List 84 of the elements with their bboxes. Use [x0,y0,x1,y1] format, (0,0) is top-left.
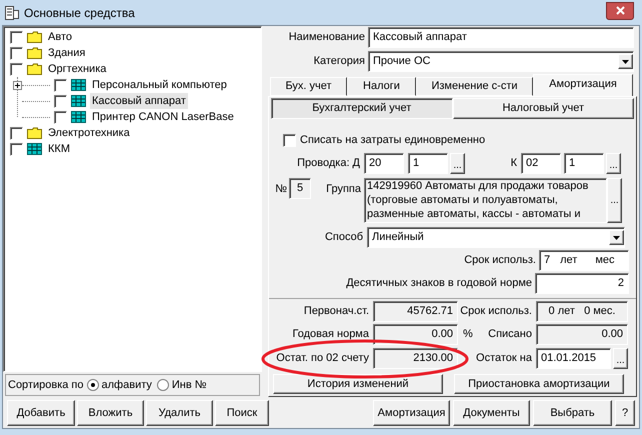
tab[interactable]: Амортизация [533,74,633,96]
radio-label: Инв № [172,378,207,393]
table-icon [71,79,86,91]
table-icon [27,143,42,155]
years-value: 7 [544,253,550,268]
term-field[interactable]: 7 лет мес [539,250,629,271]
name-field[interactable]: Кассовый аппарат [368,27,634,48]
button[interactable]: Амортизация [373,400,450,426]
field-label: Первонач.ст. [304,305,369,318]
button[interactable]: Выбрать [533,400,612,426]
field-label: Категория [314,55,365,68]
folder-icon [27,127,42,139]
button[interactable]: Поиск [215,400,269,426]
account-field[interactable]: 02 [521,153,561,174]
field-label: К [510,157,517,170]
value-field: 0.00 [536,324,628,345]
radio-button[interactable] [86,379,99,391]
browse-button[interactable]: ... [450,153,465,174]
decimals-field[interactable]: 2 [535,273,629,294]
table-icon [71,95,86,107]
number-field: 5 [289,178,311,199]
folder-icon [27,63,42,75]
field-label: Наименование [288,31,365,44]
tab[interactable]: Налоговый учет [452,98,634,119]
radio-button[interactable] [156,379,169,391]
tab[interactable]: Бухгалтерский учет [271,98,452,119]
unit-label: % [462,327,474,342]
value-field: 45762.71 [373,301,458,322]
subaccount-field[interactable]: 1 [564,153,604,174]
close-icon [616,6,624,15]
app-icon [4,4,20,20]
close-button[interactable] [606,2,634,20]
field-label: № [275,183,287,195]
checkbox[interactable] [283,134,296,146]
tree-item[interactable]: Авто [46,28,74,46]
field-label: Способ [324,231,363,244]
months-unit: мес [595,253,615,268]
tree-item[interactable]: Персональный компьютер [90,76,229,94]
value-field: 2130.00 [373,348,458,369]
date-field[interactable]: 01.01.2015 [536,348,611,369]
method-dropdown[interactable]: Линейный [367,227,625,248]
group-field: 142919960 Автоматы для продажи товаров (торговые автоматы и полуавтоматы, разменные автоматы, кассы - автоматы и [364,178,607,223]
radio-label: алфавиту [102,378,152,393]
button[interactable]: ? [615,400,635,426]
value-field: 0 лет 0 мес. [536,301,628,322]
browse-button[interactable]: ... [607,178,622,223]
field-label: Группа [326,183,361,195]
window-title: Основные средства [24,4,135,22]
category-dropdown[interactable]: Прочие ОС [368,51,634,72]
tab[interactable]: Налоги [347,77,416,96]
browse-button[interactable]: ... [606,153,621,174]
folder-icon [27,47,42,59]
folder-icon [27,31,42,43]
tree-item[interactable]: Оргтехника [46,60,108,78]
tree-item[interactable]: Принтер CANON LaserBase [90,108,236,126]
field-label: Срок использ. [464,253,536,268]
field-label: Остаток на [476,352,532,364]
checkbox-label: Списать на затраты единовременно [300,132,486,148]
tree-item[interactable]: Электротехника [46,124,132,142]
tab[interactable]: Бух. учет [270,77,347,96]
years-unit: лет [560,253,578,268]
button[interactable]: Удалить [146,400,213,426]
button[interactable]: История изменений [273,374,443,394]
field-label: Списано [488,328,532,340]
sort-label: Сортировка по [8,378,84,393]
field-label: Срок использ. [460,305,532,318]
value-field: 0.00 [373,324,458,345]
field-label: Проводка: Д [297,157,360,170]
button[interactable]: Приостановка амортизации [454,374,624,394]
tree-item[interactable]: Здания [46,44,88,62]
field-label: Остат. по 02 счету [276,352,369,364]
button[interactable]: Добавить [7,400,75,426]
field-label: Десятичных знаков в годовой норме [346,276,532,292]
button[interactable]: Документы [453,400,530,426]
field-label: Годовая норма [292,328,369,340]
button[interactable]: Вложить [77,400,144,426]
table-icon [71,111,86,123]
expand-icon[interactable] [13,80,22,90]
tree-item[interactable]: Кассовый аппарат [90,92,188,110]
subaccount-field[interactable]: 1 [408,153,448,174]
browse-button[interactable]: ... [613,348,628,369]
tab[interactable]: Изменение с-сти [416,77,533,96]
tree-item[interactable]: ККМ [46,140,72,158]
account-field[interactable]: 20 [364,153,404,174]
